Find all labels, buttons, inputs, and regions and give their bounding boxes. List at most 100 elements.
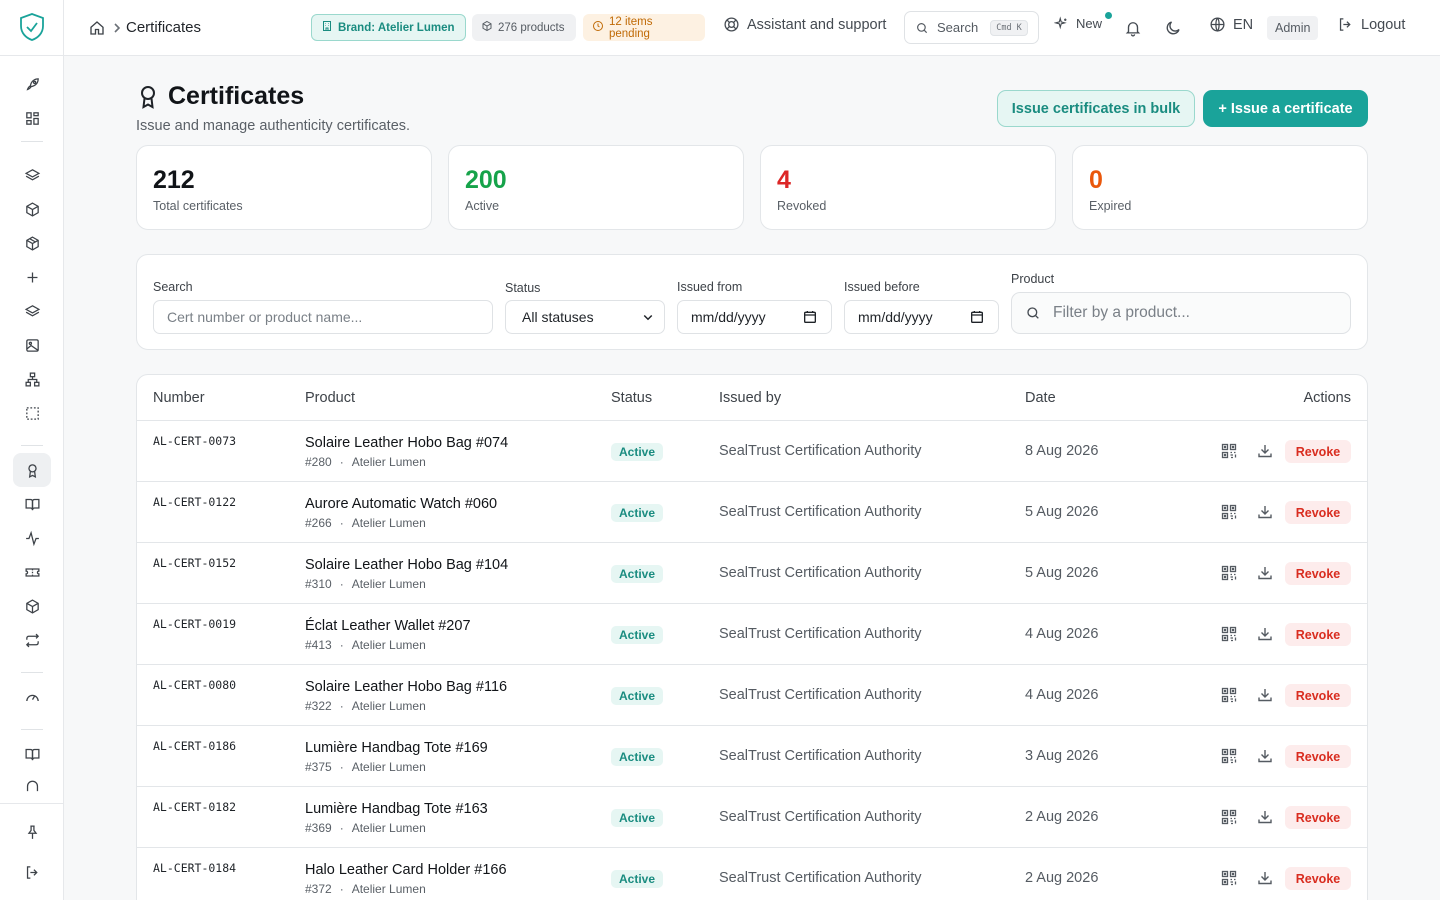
search-input[interactable]: Cert number or product name... <box>153 300 493 334</box>
column-header-number[interactable]: Number <box>153 390 205 406</box>
table-row[interactable]: AL-CERT-0080 Solaire Leather Hobo Bag #11… <box>137 665 1367 726</box>
download-icon[interactable] <box>1257 870 1273 886</box>
download-icon[interactable] <box>1257 748 1273 764</box>
product-name[interactable]: Lumière Handbag Tote #169 <box>305 740 488 756</box>
headset-icon[interactable] <box>22 778 42 792</box>
moon-icon[interactable] <box>1164 19 1182 37</box>
download-icon[interactable] <box>1257 626 1273 642</box>
column-header-issued-by[interactable]: Issued by <box>719 390 781 406</box>
package-icon[interactable] <box>22 233 42 253</box>
stat-value: 200 <box>465 166 507 194</box>
table-row[interactable]: AL-CERT-0182 Lumière Handbag Tote #163 #36… <box>137 787 1367 848</box>
product-name[interactable]: Solaire Leather Hobo Bag #074 <box>305 435 508 451</box>
revoke-button[interactable]: Revoke <box>1285 806 1351 829</box>
issued-from-input[interactable]: mm/dd/yyyy <box>677 300 832 334</box>
qr-code-icon[interactable] <box>1221 626 1237 642</box>
issuer-name: SealTrust Certification Authority <box>719 504 922 520</box>
revoke-button[interactable]: Revoke <box>1285 562 1351 585</box>
layers-icon[interactable] <box>22 165 42 185</box>
product-name[interactable]: Éclat Leather Wallet #207 <box>305 618 471 634</box>
home-icon[interactable] <box>88 19 106 37</box>
revoke-button[interactable]: Revoke <box>1285 623 1351 646</box>
book-open-icon[interactable] <box>22 494 42 514</box>
download-icon[interactable] <box>1257 809 1273 825</box>
product-id: #266 <box>305 516 332 530</box>
image-icon[interactable] <box>22 335 42 355</box>
meta-separator: · <box>339 699 344 713</box>
download-icon[interactable] <box>1257 443 1273 459</box>
revoke-button[interactable]: Revoke <box>1285 867 1351 890</box>
language-selector[interactable]: EN <box>1209 16 1253 33</box>
pin-icon[interactable] <box>22 822 42 842</box>
logout-icon[interactable] <box>22 862 42 882</box>
search-filter-label: Search <box>153 280 193 294</box>
ticket-icon[interactable] <box>22 562 42 582</box>
book-icon[interactable] <box>22 744 42 764</box>
brand-pill[interactable]: Brand: Atelier Lumen <box>311 14 466 41</box>
product-brand: Atelier Lumen <box>351 455 426 469</box>
issue-bulk-button[interactable]: Issue certificates in bulk <box>997 90 1195 127</box>
building-icon <box>321 20 333 35</box>
issue-certificate-button[interactable]: + Issue a certificate <box>1203 90 1368 127</box>
revoke-button[interactable]: Revoke <box>1285 440 1351 463</box>
product-name[interactable]: Aurore Automatic Watch #060 <box>305 496 497 512</box>
download-icon[interactable] <box>1257 565 1273 581</box>
pending-items-pill[interactable]: 12 items pending <box>583 14 705 41</box>
table-row[interactable]: AL-CERT-0152 Solaire Leather Hobo Bag #10… <box>137 543 1367 604</box>
dashed-square-icon[interactable] <box>22 403 42 423</box>
top-header: Certificates Brand: Atelier Lumen 276 pr… <box>64 0 1440 56</box>
box-icon[interactable] <box>22 199 42 219</box>
qr-code-icon[interactable] <box>1221 504 1237 520</box>
table-row[interactable]: AL-CERT-0186 Lumière Handbag Tote #169 #37… <box>137 726 1367 787</box>
download-icon[interactable] <box>1257 504 1273 520</box>
product-id: #322 <box>305 699 332 713</box>
column-header-status[interactable]: Status <box>611 390 652 406</box>
product-brand: Atelier Lumen <box>351 577 426 591</box>
issue-date: 5 Aug 2026 <box>1025 504 1099 520</box>
dashboard-grid-icon[interactable] <box>22 108 42 128</box>
package-check-icon[interactable] <box>22 596 42 616</box>
qr-code-icon[interactable] <box>1221 565 1237 581</box>
qr-code-icon[interactable] <box>1221 870 1237 886</box>
product-id: #280 <box>305 455 332 469</box>
bell-icon[interactable] <box>1124 19 1142 37</box>
table-row[interactable]: AL-CERT-0184 Halo Leather Card Holder #16… <box>137 848 1367 900</box>
table-row[interactable]: AL-CERT-0073 Solaire Leather Hobo Bag #07… <box>137 421 1367 482</box>
column-header-product[interactable]: Product <box>305 390 355 406</box>
table-row[interactable]: AL-CERT-0019 Éclat Leather Wallet #207 #41… <box>137 604 1367 665</box>
certificates-table: Number Product Status Issued by Date Act… <box>136 374 1368 900</box>
issue-date: 8 Aug 2026 <box>1025 443 1099 459</box>
activity-icon[interactable] <box>22 528 42 548</box>
revoke-button[interactable]: Revoke <box>1285 501 1351 524</box>
shield-check-logo-icon[interactable] <box>18 12 46 42</box>
qr-code-icon[interactable] <box>1221 809 1237 825</box>
product-meta: #322 · Atelier Lumen <box>305 699 426 713</box>
product-filter-input[interactable]: Filter by a product... <box>1011 292 1351 334</box>
revoke-button[interactable]: Revoke <box>1285 684 1351 707</box>
repeat-icon[interactable] <box>22 630 42 650</box>
revoke-button[interactable]: Revoke <box>1285 745 1351 768</box>
new-button[interactable]: New <box>1054 16 1102 31</box>
product-name[interactable]: Solaire Leather Hobo Bag #116 <box>305 679 507 695</box>
stack-icon[interactable] <box>22 301 42 321</box>
table-row[interactable]: AL-CERT-0122 Aurore Automatic Watch #060 #… <box>137 482 1367 543</box>
assistant-support-link[interactable]: Assistant and support <box>723 16 886 33</box>
download-icon[interactable] <box>1257 687 1273 703</box>
logout-button[interactable]: Logout <box>1337 16 1405 33</box>
qr-code-icon[interactable] <box>1221 443 1237 459</box>
award-icon[interactable] <box>13 453 51 487</box>
plus-icon[interactable] <box>22 267 42 287</box>
products-count-pill[interactable]: 276 products <box>472 14 576 41</box>
qr-code-icon[interactable] <box>1221 748 1237 764</box>
status-select[interactable]: All statuses <box>505 300 665 334</box>
rocket-icon[interactable] <box>22 74 42 94</box>
product-name[interactable]: Halo Leather Card Holder #166 <box>305 862 507 878</box>
global-search-button[interactable]: Search Cmd K <box>904 11 1039 44</box>
gauge-icon[interactable] <box>22 687 42 707</box>
product-name[interactable]: Solaire Leather Hobo Bag #104 <box>305 557 508 573</box>
column-header-date[interactable]: Date <box>1025 390 1056 406</box>
qr-code-icon[interactable] <box>1221 687 1237 703</box>
product-name[interactable]: Lumière Handbag Tote #163 <box>305 801 488 817</box>
issued-before-input[interactable]: mm/dd/yyyy <box>844 300 999 334</box>
hierarchy-icon[interactable] <box>22 369 42 389</box>
